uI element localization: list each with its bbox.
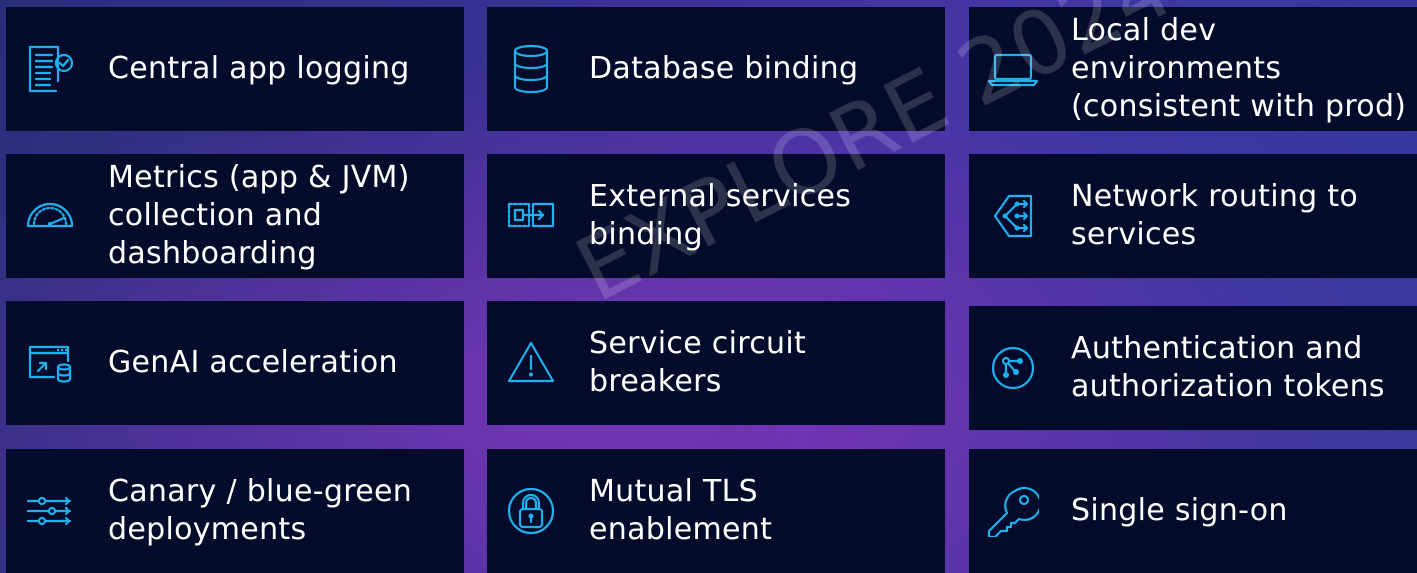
tile-label: GenAI acceleration: [108, 345, 398, 380]
tile-label: Central app logging: [108, 51, 410, 86]
deployment-sliders-icon: [20, 481, 80, 541]
tile-canary-deployments: Canary / blue-green deployments: [6, 449, 464, 573]
key-icon: [983, 481, 1043, 541]
tile-label: Local dev environments (consistent with …: [1071, 13, 1407, 124]
tile-label: Database binding: [589, 51, 859, 86]
tile-external-services-binding: External services binding: [487, 154, 945, 278]
tile-mutual-tls: Mutual TLS enablement: [487, 449, 945, 573]
genai-window-database-icon: [20, 333, 80, 393]
log-document-check-icon: [20, 39, 80, 99]
tile-central-app-logging: Central app logging: [6, 7, 464, 131]
tile-label: Metrics (app & JVM) collection and dashb…: [108, 160, 410, 271]
laptop-icon: [983, 39, 1043, 99]
tile-label: Single sign-on: [1071, 493, 1288, 528]
tile-label: Mutual TLS enablement: [589, 474, 773, 547]
tile-authentication-tokens: Authentication and authorization tokens: [969, 306, 1417, 430]
auth-token-icon: [983, 338, 1043, 398]
tile-service-circuit-breakers: Service circuit breakers: [487, 301, 945, 425]
tile-network-routing: Network routing to services: [969, 154, 1417, 278]
speedometer-icon: [20, 186, 80, 246]
padlock-icon: [501, 481, 561, 541]
database-icon: [501, 39, 561, 99]
warning-triangle-icon: [501, 333, 561, 393]
tile-label: Service circuit breakers: [589, 326, 807, 399]
tile-genai-acceleration: GenAI acceleration: [6, 301, 464, 425]
tile-local-dev-environments: Local dev environments (consistent with …: [969, 7, 1417, 131]
tile-label: Network routing to services: [1071, 179, 1359, 252]
network-routing-icon: [983, 186, 1043, 246]
tile-label: Canary / blue-green deployments: [108, 474, 413, 547]
tile-label: Authentication and authorization tokens: [1071, 331, 1385, 404]
tile-metrics-collection: Metrics (app & JVM) collection and dashb…: [6, 154, 464, 278]
tile-label: External services binding: [589, 179, 852, 252]
tile-database-binding: Database binding: [487, 7, 945, 131]
tile-single-sign-on: Single sign-on: [969, 449, 1417, 573]
external-service-binding-icon: [501, 186, 561, 246]
